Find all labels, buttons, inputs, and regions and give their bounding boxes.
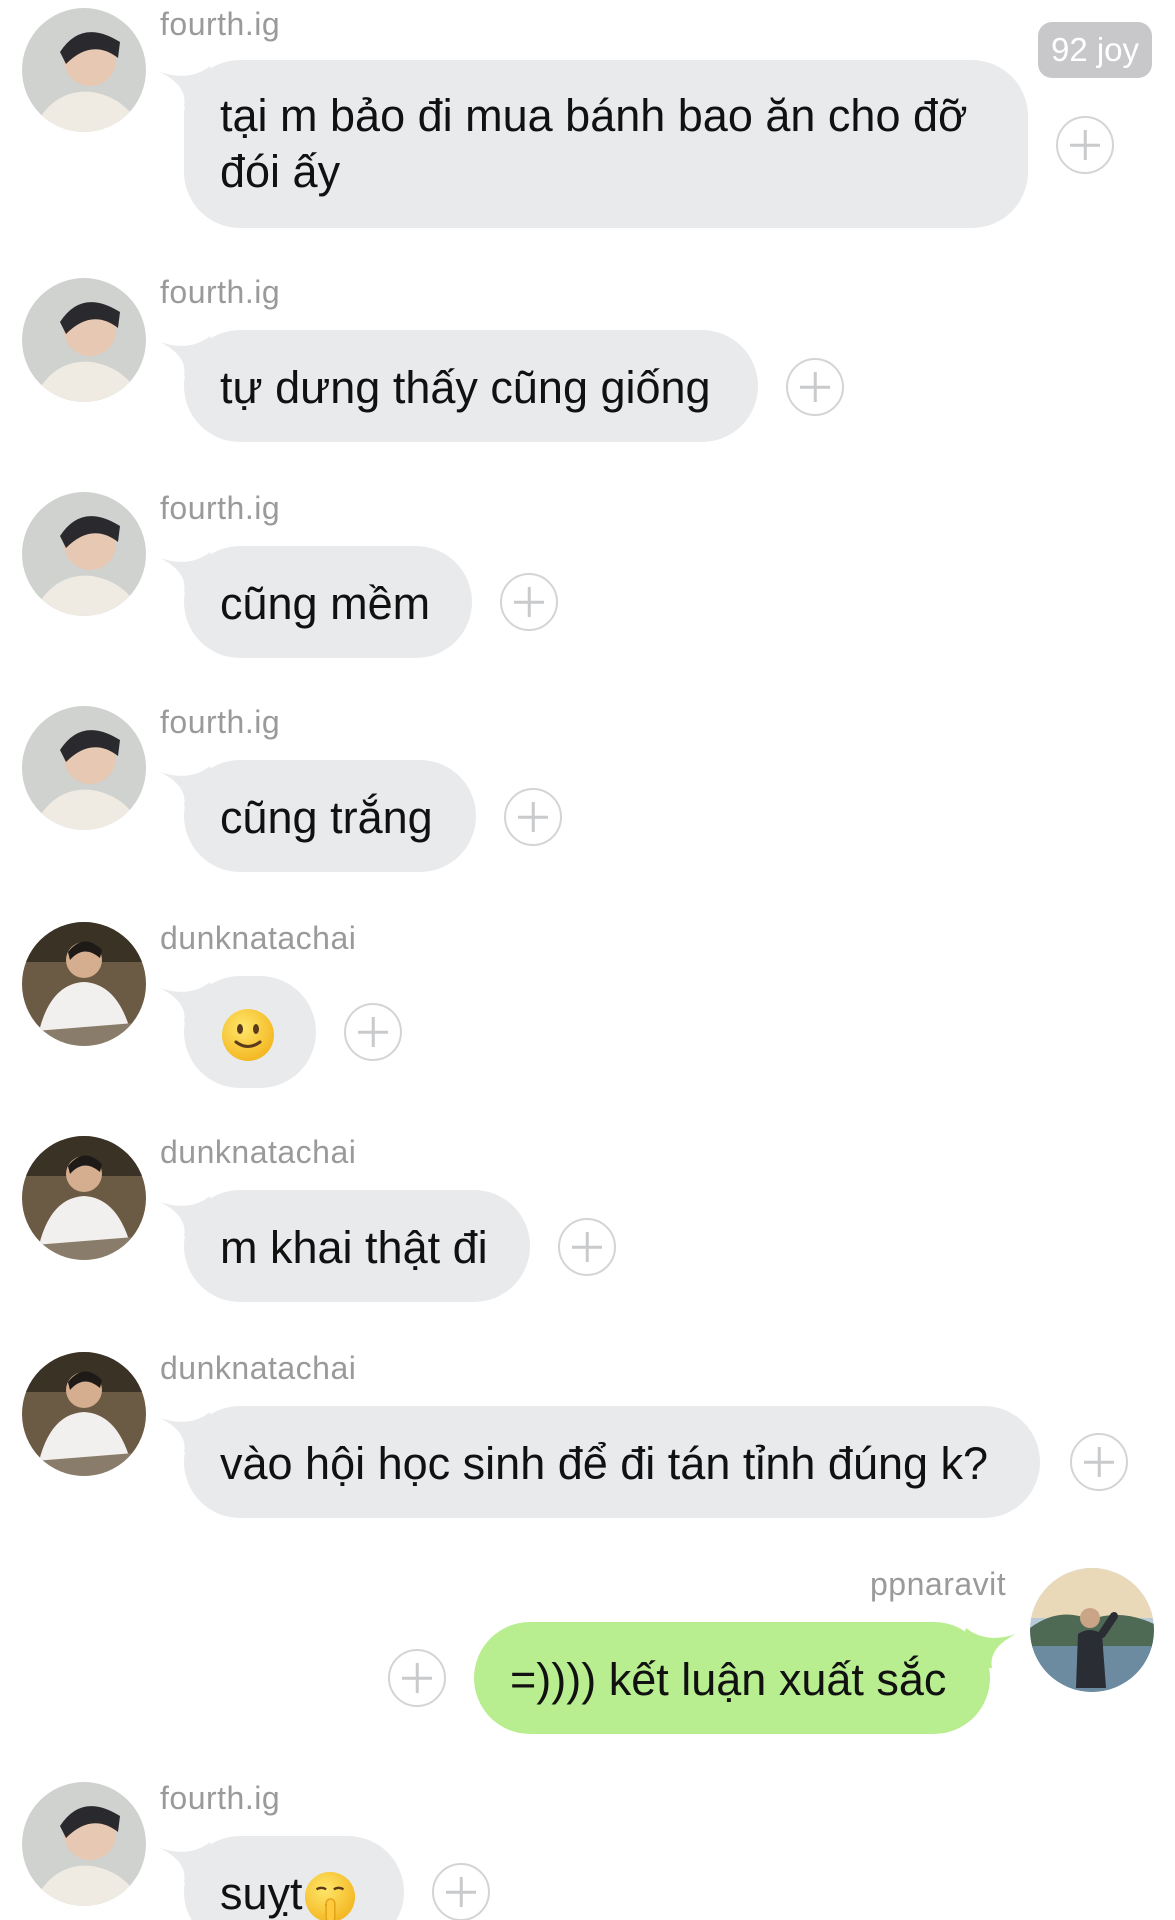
message-bubble[interactable]: tự dưng thấy cũng giống bbox=[184, 330, 758, 442]
add-reaction-icon[interactable] bbox=[432, 1863, 490, 1920]
avatar-dunk[interactable] bbox=[22, 1352, 146, 1476]
message-bubble[interactable]: vào hội học sinh để đi tán tỉnh đúng k? bbox=[184, 1406, 1040, 1518]
add-reaction-icon[interactable] bbox=[1070, 1433, 1128, 1491]
add-reaction-icon[interactable] bbox=[558, 1218, 616, 1276]
add-reaction-icon[interactable] bbox=[388, 1649, 446, 1707]
message-text: suỵt bbox=[220, 1868, 303, 1919]
username: dunknatachai bbox=[160, 1350, 357, 1386]
joy-count-badge[interactable]: 92 joy bbox=[1038, 22, 1152, 78]
username: fourth.ig bbox=[160, 490, 281, 526]
username: dunknatachai bbox=[160, 920, 357, 956]
message-bubble[interactable]: suỵt bbox=[184, 1836, 404, 1920]
add-reaction-icon[interactable] bbox=[504, 788, 562, 846]
message-bubble[interactable]: cũng mềm bbox=[184, 546, 472, 658]
avatar-ppnaravit[interactable] bbox=[1030, 1568, 1154, 1692]
avatar-fourth[interactable] bbox=[22, 706, 146, 830]
avatar-fourth[interactable] bbox=[22, 278, 146, 402]
add-reaction-icon[interactable] bbox=[1056, 116, 1114, 174]
add-reaction-icon[interactable] bbox=[786, 358, 844, 416]
avatar-fourth[interactable] bbox=[22, 1782, 146, 1906]
username: dunknatachai bbox=[160, 1134, 357, 1170]
shushing-face-emoji bbox=[304, 1872, 355, 1920]
chat-thread: fourth.ig 92 joy tại m bảo đi mua bánh b… bbox=[0, 0, 1175, 1920]
slightly-smiling-face-emoji bbox=[222, 1009, 274, 1062]
message-bubble[interactable]: tại m bảo đi mua bánh bao ăn cho đỡ đói … bbox=[184, 60, 1028, 228]
avatar-fourth[interactable] bbox=[22, 8, 146, 132]
message-bubble-outgoing[interactable]: =)))) kết luận xuất sắc bbox=[474, 1622, 990, 1734]
message-bubble[interactable] bbox=[184, 976, 316, 1088]
avatar-fourth[interactable] bbox=[22, 492, 146, 616]
avatar-dunk[interactable] bbox=[22, 1136, 146, 1260]
message-bubble[interactable]: cũng trắng bbox=[184, 760, 476, 872]
username: fourth.ig bbox=[160, 704, 281, 740]
add-reaction-icon[interactable] bbox=[344, 1003, 402, 1061]
message-bubble[interactable]: m khai thật đi bbox=[184, 1190, 530, 1302]
username: fourth.ig bbox=[160, 274, 281, 310]
username: fourth.ig bbox=[160, 6, 281, 42]
username: ppnaravit bbox=[870, 1566, 1007, 1602]
username: fourth.ig bbox=[160, 1780, 281, 1816]
add-reaction-icon[interactable] bbox=[500, 573, 558, 631]
avatar-dunk[interactable] bbox=[22, 922, 146, 1046]
